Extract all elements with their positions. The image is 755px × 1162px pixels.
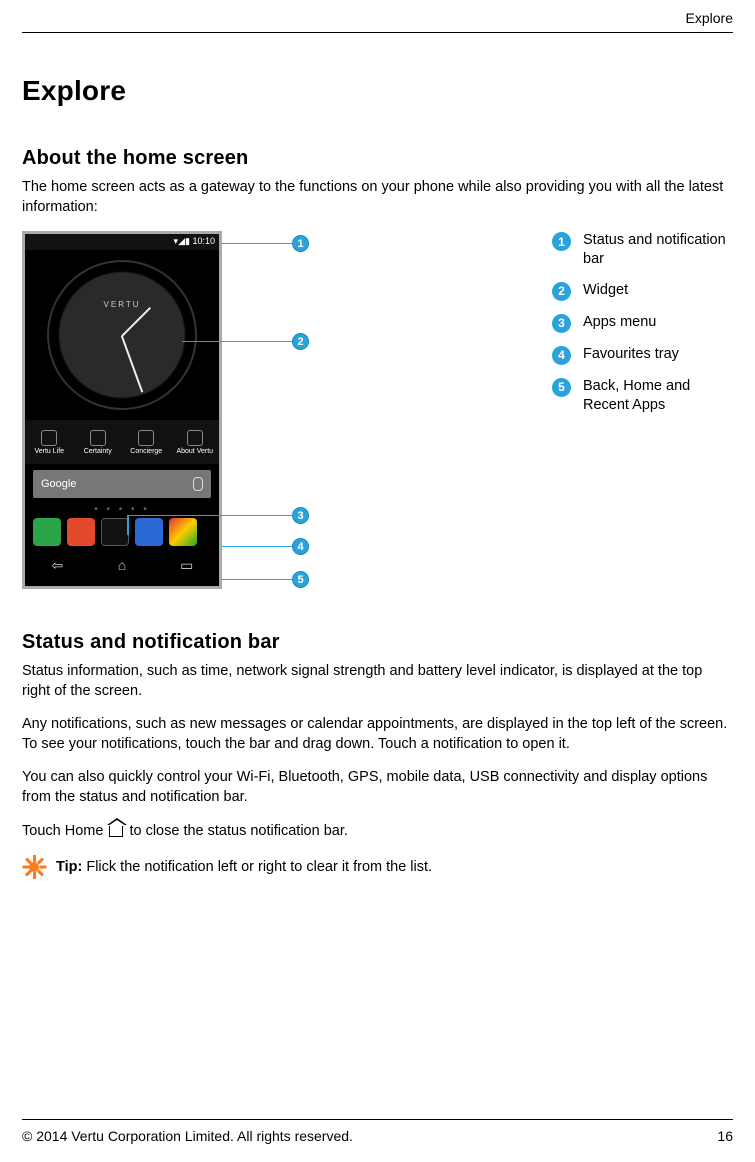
nav-recent-icon: ▭ <box>154 557 219 574</box>
shortcut-certainty: Certainty <box>74 420 123 464</box>
tip-icon <box>22 855 46 879</box>
page-indicator: • • • • • <box>25 504 219 514</box>
google-search-bar: Google <box>33 470 211 498</box>
phone-status-bar: ▾◢▮ 10:10 <box>25 234 219 250</box>
homescreen-figure: ▾◢▮ 10:10 VERTU Vertu Life Certainty Con… <box>22 231 312 601</box>
phone-mockup: ▾◢▮ 10:10 VERTU Vertu Life Certainty Con… <box>22 231 222 589</box>
system-nav-bar: ⇦ ⌂ ▭ <box>25 550 219 580</box>
legend-num-2: 2 <box>552 282 571 301</box>
callout-line-2 <box>182 341 292 342</box>
section-about-intro: The home screen acts as a gateway to the… <box>22 178 733 217</box>
section-statusbar-p2: Any notifications, such as new messages … <box>22 715 733 754</box>
callout-num-4: 4 <box>292 538 309 555</box>
shortcut-row: Vertu Life Certainty Concierge About Ver… <box>25 420 219 464</box>
shortcut-vertu-life: Vertu Life <box>25 420 74 464</box>
callout-line-3 <box>127 515 292 516</box>
fav-messages-icon <box>67 518 95 546</box>
tip-block: Tip: Flick the notification left or righ… <box>22 855 733 879</box>
legend-label-4: Favourites tray <box>583 345 679 364</box>
home-icon <box>109 825 123 837</box>
p4-part-b: to close the status notification bar. <box>125 823 347 839</box>
status-time: 10:10 <box>192 236 215 246</box>
fav-chrome-icon <box>169 518 197 546</box>
legend-num-5: 5 <box>552 378 571 397</box>
figure-legend: 1 Status and notification bar 2 Widget 3… <box>372 231 733 426</box>
section-statusbar-p4: Touch Home to close the status notificat… <box>22 822 733 842</box>
legend-label-2: Widget <box>583 281 628 300</box>
footer-rule <box>22 1119 733 1120</box>
header-rule <box>22 32 733 33</box>
mic-icon <box>193 477 203 491</box>
legend-num-3: 3 <box>552 314 571 333</box>
clock-widget: VERTU <box>25 250 219 420</box>
legend-num-4: 4 <box>552 346 571 365</box>
legend-item-2: 2 Widget <box>552 281 733 301</box>
legend-item-4: 4 Favourites tray <box>552 345 733 365</box>
tip-text: Tip: Flick the notification left or righ… <box>56 859 432 875</box>
section-statusbar-p1: Status information, such as time, networ… <box>22 662 733 701</box>
fav-phone-icon <box>33 518 61 546</box>
running-header: Explore <box>22 10 733 32</box>
shortcut-about-vertu: About Vertu <box>171 420 220 464</box>
section-about-title: About the home screen <box>22 147 733 170</box>
legend-num-1: 1 <box>552 232 571 251</box>
callout-num-5: 5 <box>292 571 309 588</box>
callout-line-4 <box>222 546 292 547</box>
legend-label-5: Back, Home and Recent Apps <box>583 377 733 415</box>
footer-page-number: 16 <box>717 1128 733 1144</box>
clock-brand: VERTU <box>49 300 195 309</box>
nav-back-icon: ⇦ <box>25 557 90 574</box>
favourites-tray <box>25 514 219 550</box>
callout-num-1: 1 <box>292 235 309 252</box>
apps-menu-icon <box>101 518 129 546</box>
page-footer: © 2014 Vertu Corporation Limited. All ri… <box>22 1119 733 1144</box>
fav-email-icon <box>135 518 163 546</box>
tip-label: Tip: <box>56 859 86 875</box>
chapter-title: Explore <box>22 75 733 107</box>
callout-line-1 <box>222 243 292 244</box>
search-label: Google <box>41 478 76 490</box>
shortcut-concierge: Concierge <box>122 420 171 464</box>
callout-line-5 <box>222 579 292 580</box>
legend-label-1: Status and notification bar <box>583 231 733 269</box>
p4-part-a: Touch Home <box>22 823 107 839</box>
status-icons: ▾◢▮ <box>174 236 190 246</box>
legend-item-3: 3 Apps menu <box>552 313 733 333</box>
callout-num-2: 2 <box>292 333 309 350</box>
footer-copyright: © 2014 Vertu Corporation Limited. All ri… <box>22 1128 353 1144</box>
legend-item-1: 1 Status and notification bar <box>552 231 733 269</box>
legend-item-5: 5 Back, Home and Recent Apps <box>552 377 733 415</box>
section-statusbar-title: Status and notification bar <box>22 631 733 654</box>
tip-body: Flick the notification left or right to … <box>86 859 432 875</box>
nav-home-icon: ⌂ <box>90 557 155 573</box>
section-statusbar-p3: You can also quickly control your Wi-Fi,… <box>22 768 733 807</box>
callout-drop-3 <box>127 515 129 535</box>
legend-label-3: Apps menu <box>583 313 656 332</box>
callout-num-3: 3 <box>292 507 309 524</box>
